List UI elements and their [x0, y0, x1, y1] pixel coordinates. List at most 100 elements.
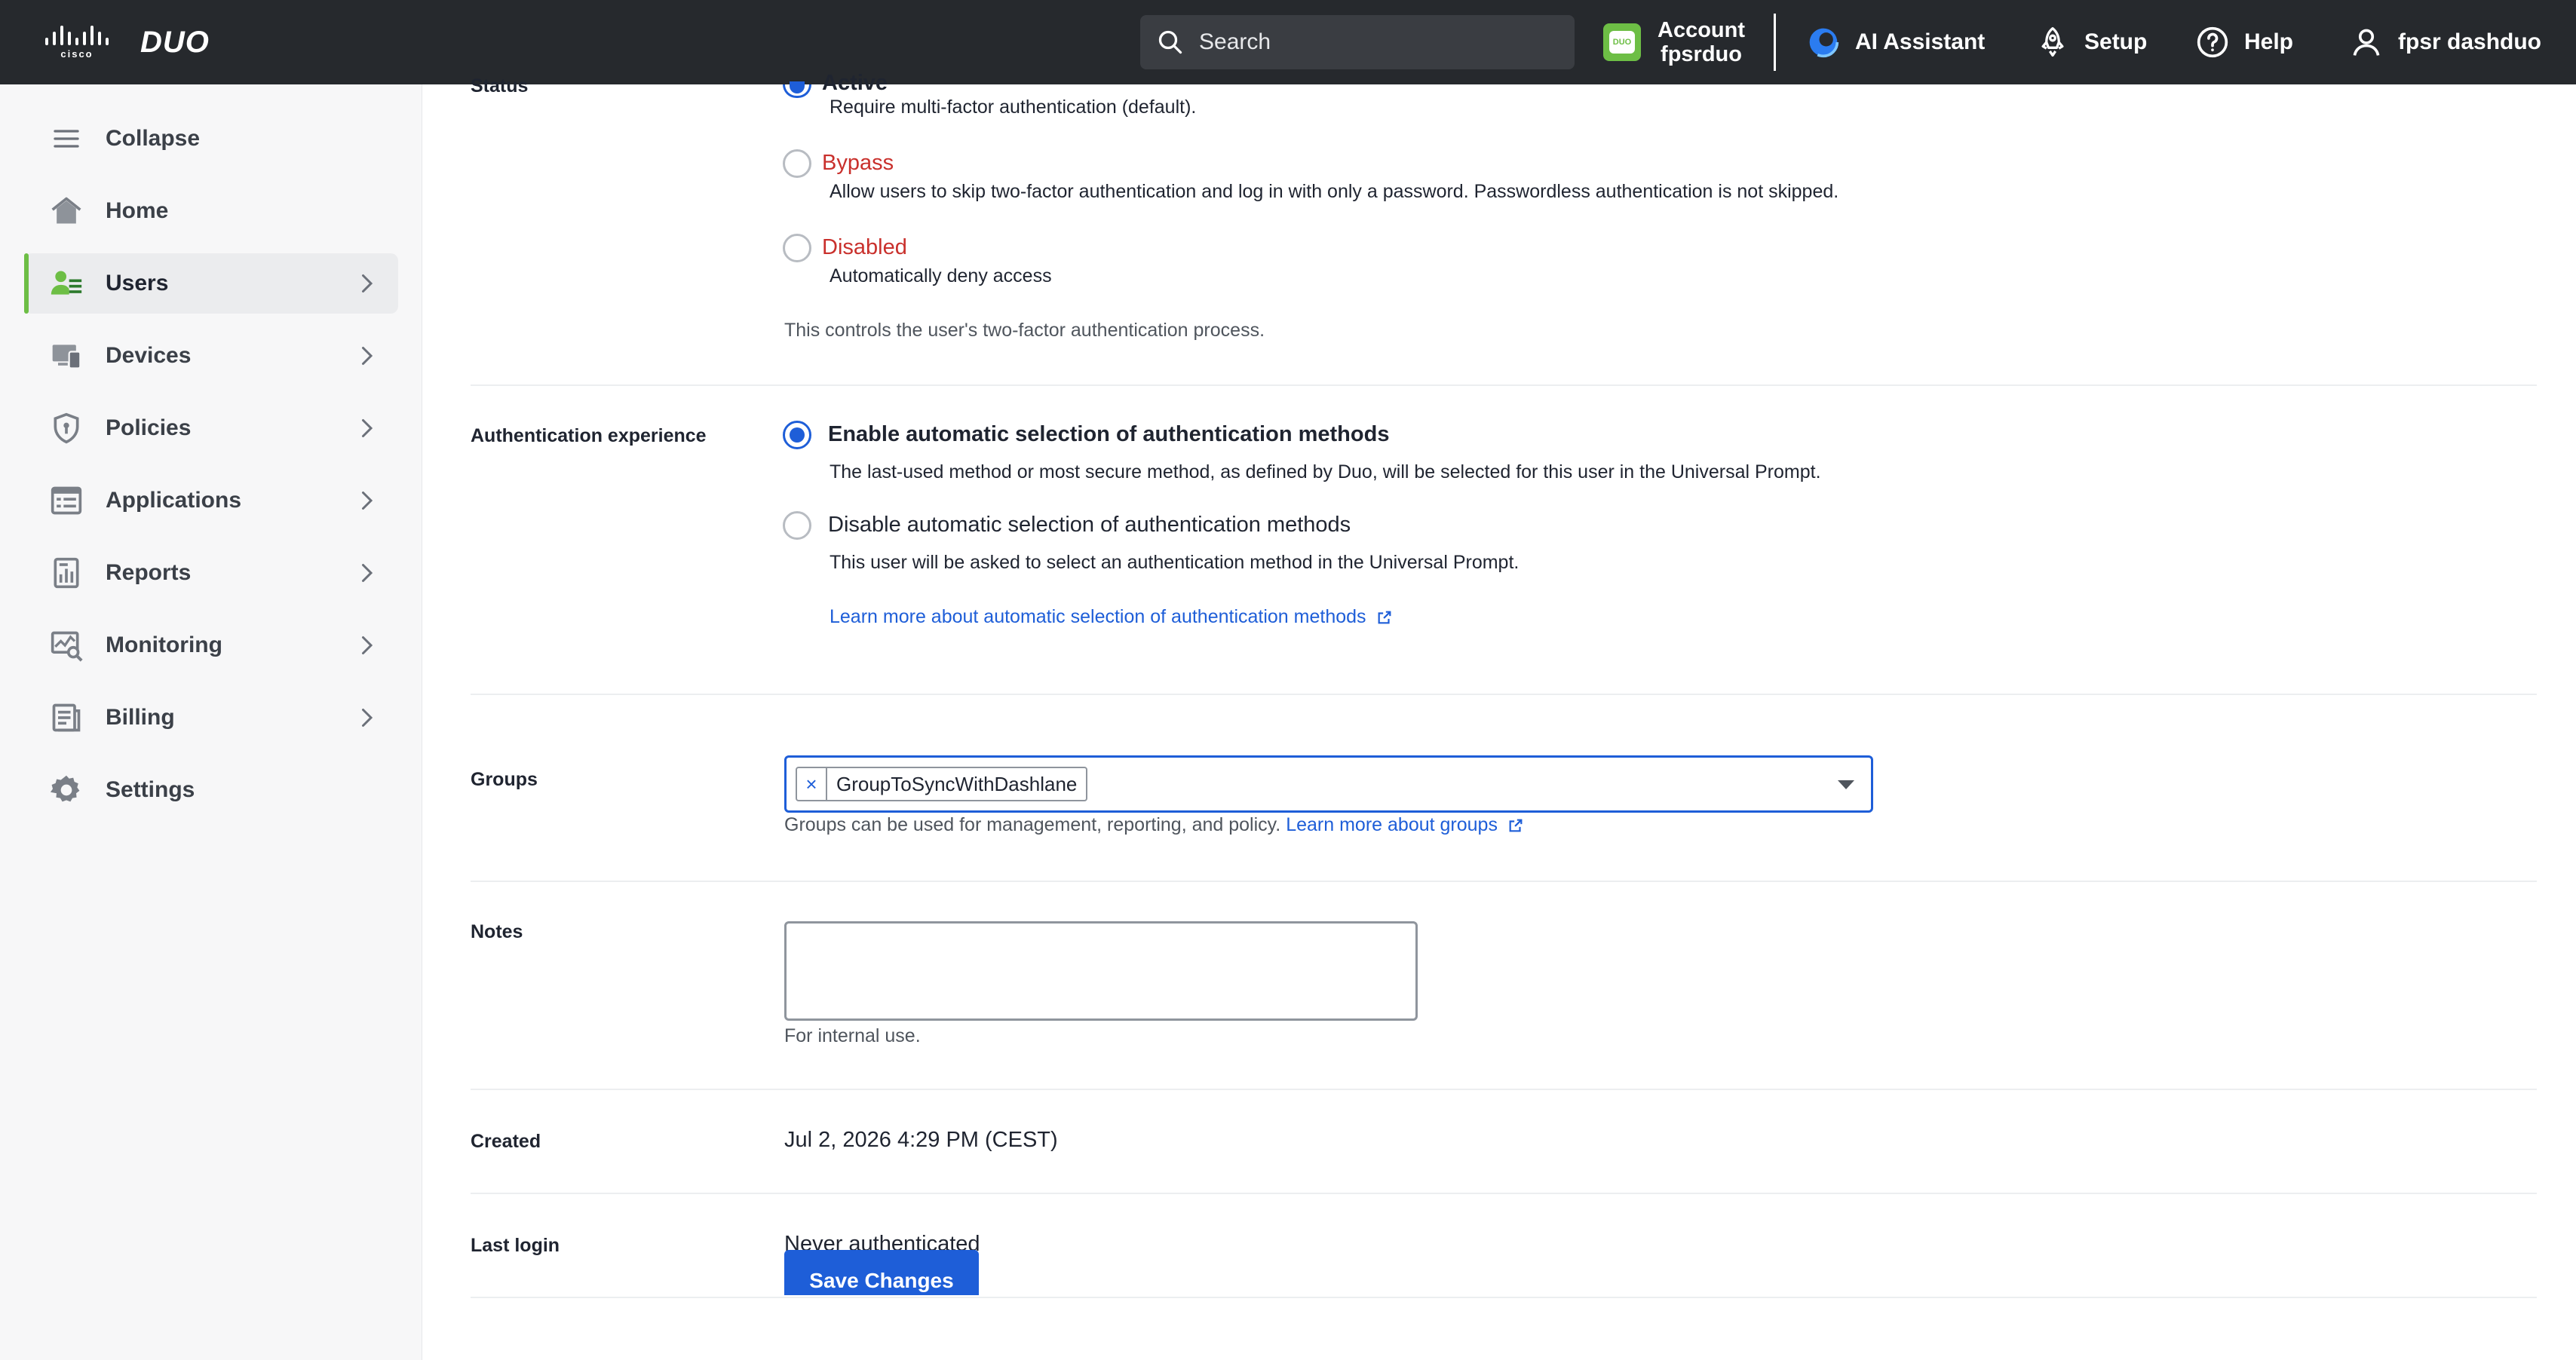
sidebar-item-devices[interactable]: Devices	[24, 326, 398, 386]
auth-disable-title: Disable automatic selection of authentic…	[828, 513, 1351, 537]
sidebar-item-monitoring[interactable]: Monitoring	[24, 615, 398, 675]
account-switcher[interactable]: DUO Account fpsrduo	[1603, 17, 1745, 68]
sidebar-item-policies[interactable]: Policies	[24, 398, 398, 458]
brand[interactable]: cisco DUO	[45, 23, 210, 62]
monitoring-icon	[48, 627, 84, 663]
notes-label: Notes	[471, 921, 523, 942]
sidebar-item-label: Monitoring	[106, 633, 222, 657]
last-login-label: Last login	[471, 1235, 560, 1256]
auth-enable-radio[interactable]	[783, 421, 811, 449]
account-logo-icon: DUO	[1603, 23, 1641, 61]
auth-learn-more[interactable]: Learn more about automatic selection of …	[830, 606, 1393, 628]
setup-label: Setup	[2084, 29, 2148, 54]
status-active-title: Active	[822, 71, 888, 95]
sidebar-item-settings[interactable]: Settings	[24, 760, 398, 820]
account-label: Account	[1658, 18, 1745, 42]
chevron-right-icon	[362, 492, 373, 510]
group-tag: × GroupToSyncWithDashlane	[796, 767, 1088, 801]
sidebar-item-label: Home	[106, 198, 169, 223]
section-divider	[471, 881, 2537, 882]
ai-assistant-icon	[1808, 26, 1839, 58]
section-divider	[471, 694, 2537, 695]
groups-learn-more-link[interactable]: Learn more about groups	[1286, 814, 1498, 835]
help-label: Help	[2244, 29, 2294, 54]
help-icon	[2197, 26, 2228, 58]
notes-textarea[interactable]	[784, 921, 1418, 1021]
chevron-right-icon	[362, 347, 373, 365]
auth-enable-title: Enable automatic selection of authentica…	[828, 422, 1390, 446]
created-value: Jul 2, 2026 4:29 PM (CEST)	[784, 1128, 1058, 1152]
rocket-icon	[2041, 27, 2064, 57]
auth-enable-desc: The last-used method or most secure meth…	[830, 461, 1821, 482]
chevron-down-icon[interactable]	[1838, 780, 1854, 789]
users-icon	[48, 265, 84, 302]
group-tag-label: GroupToSyncWithDashlane	[836, 772, 1078, 795]
sidebar-item-reports[interactable]: Reports	[24, 543, 398, 603]
sidebar-item-billing[interactable]: Billing	[24, 688, 398, 748]
created-label: Created	[471, 1131, 541, 1152]
devices-icon	[48, 338, 84, 374]
auth-learn-more-link[interactable]: Learn more about automatic selection of …	[830, 606, 1366, 627]
status-active-radio[interactable]	[783, 81, 811, 98]
sidebar-item-collapse[interactable]: Collapse	[24, 109, 398, 169]
search-box[interactable]	[1140, 15, 1575, 69]
external-link-icon	[1378, 611, 1391, 624]
setup-button[interactable]: Setup	[2036, 23, 2147, 62]
chevron-right-icon	[362, 709, 373, 727]
status-label: Status	[471, 75, 529, 96]
sidebar-item-label: Devices	[106, 343, 192, 368]
main-content: Status Active Require multi-factor authe…	[422, 71, 2576, 1360]
shield-icon	[48, 410, 84, 446]
sidebar-item-label: Reports	[106, 560, 192, 585]
user-menu-button[interactable]: fpsr dashduo	[2350, 23, 2541, 62]
sidebar-item-label: Collapse	[106, 126, 201, 151]
search-icon	[1158, 30, 1182, 54]
cisco-wordmark: cisco	[60, 47, 94, 60]
sidebar-item-applications[interactable]: Applications	[24, 470, 398, 531]
user-icon	[2353, 29, 2380, 56]
chevron-right-icon	[362, 419, 373, 437]
menu-icon	[48, 121, 84, 157]
save-changes-button[interactable]: Save Changes	[784, 1250, 979, 1295]
status-disabled-desc: Automatically deny access	[830, 265, 1052, 286]
search-input[interactable]	[1199, 29, 1546, 55]
sidebar-item-label: Applications	[106, 488, 242, 513]
status-bypass-radio[interactable]	[783, 149, 811, 178]
sidebar-item-label: Users	[106, 271, 169, 296]
auth-disable-desc: This user will be asked to select an aut…	[830, 552, 1520, 573]
home-icon	[48, 193, 84, 229]
chevron-right-icon	[362, 274, 373, 293]
auth-experience-label: Authentication experience	[471, 425, 707, 446]
status-active-desc: Require multi-factor authentication (def…	[830, 96, 1197, 118]
status-help: This controls the user's two-factor auth…	[784, 320, 1265, 341]
status-disabled-radio[interactable]	[783, 234, 811, 262]
section-divider	[471, 1193, 2537, 1194]
groups-help: Groups can be used for management, repor…	[784, 814, 1524, 836]
section-divider	[471, 1089, 2537, 1090]
section-divider	[471, 384, 2537, 386]
auth-disable-radio[interactable]	[783, 511, 811, 540]
groups-select[interactable]: × GroupToSyncWithDashlane	[784, 755, 1873, 813]
external-link-icon	[1509, 819, 1523, 832]
sidebar-item-home[interactable]: Home	[24, 181, 398, 241]
top-bar: cisco DUO DUO Account fpsrduo AI Assista…	[0, 0, 2576, 84]
user-name: fpsr dashduo	[2398, 29, 2542, 54]
status-disabled-title: Disabled	[822, 235, 907, 259]
gear-icon	[48, 772, 84, 808]
billing-icon	[48, 700, 84, 736]
help-button[interactable]: Help	[2196, 23, 2293, 62]
sidebar-item-label: Settings	[106, 777, 195, 802]
remove-tag-button[interactable]: ×	[797, 768, 827, 800]
account-name: fpsrduo	[1661, 42, 1742, 66]
sidebar-item-label: Billing	[106, 705, 175, 730]
sidebar-item-users[interactable]: Users	[24, 253, 398, 314]
chevron-right-icon	[362, 564, 373, 582]
ai-assistant-button[interactable]: AI Assistant	[1807, 23, 1985, 62]
groups-label: Groups	[471, 769, 538, 790]
notes-help: For internal use.	[784, 1025, 921, 1046]
sidebar: Collapse Home Users Devices Policies App…	[0, 84, 422, 1360]
reports-icon	[48, 555, 84, 591]
topbar-divider	[1774, 14, 1776, 71]
status-bypass-desc: Allow users to skip two-factor authentic…	[830, 181, 1839, 202]
cisco-logo: cisco	[45, 25, 109, 60]
